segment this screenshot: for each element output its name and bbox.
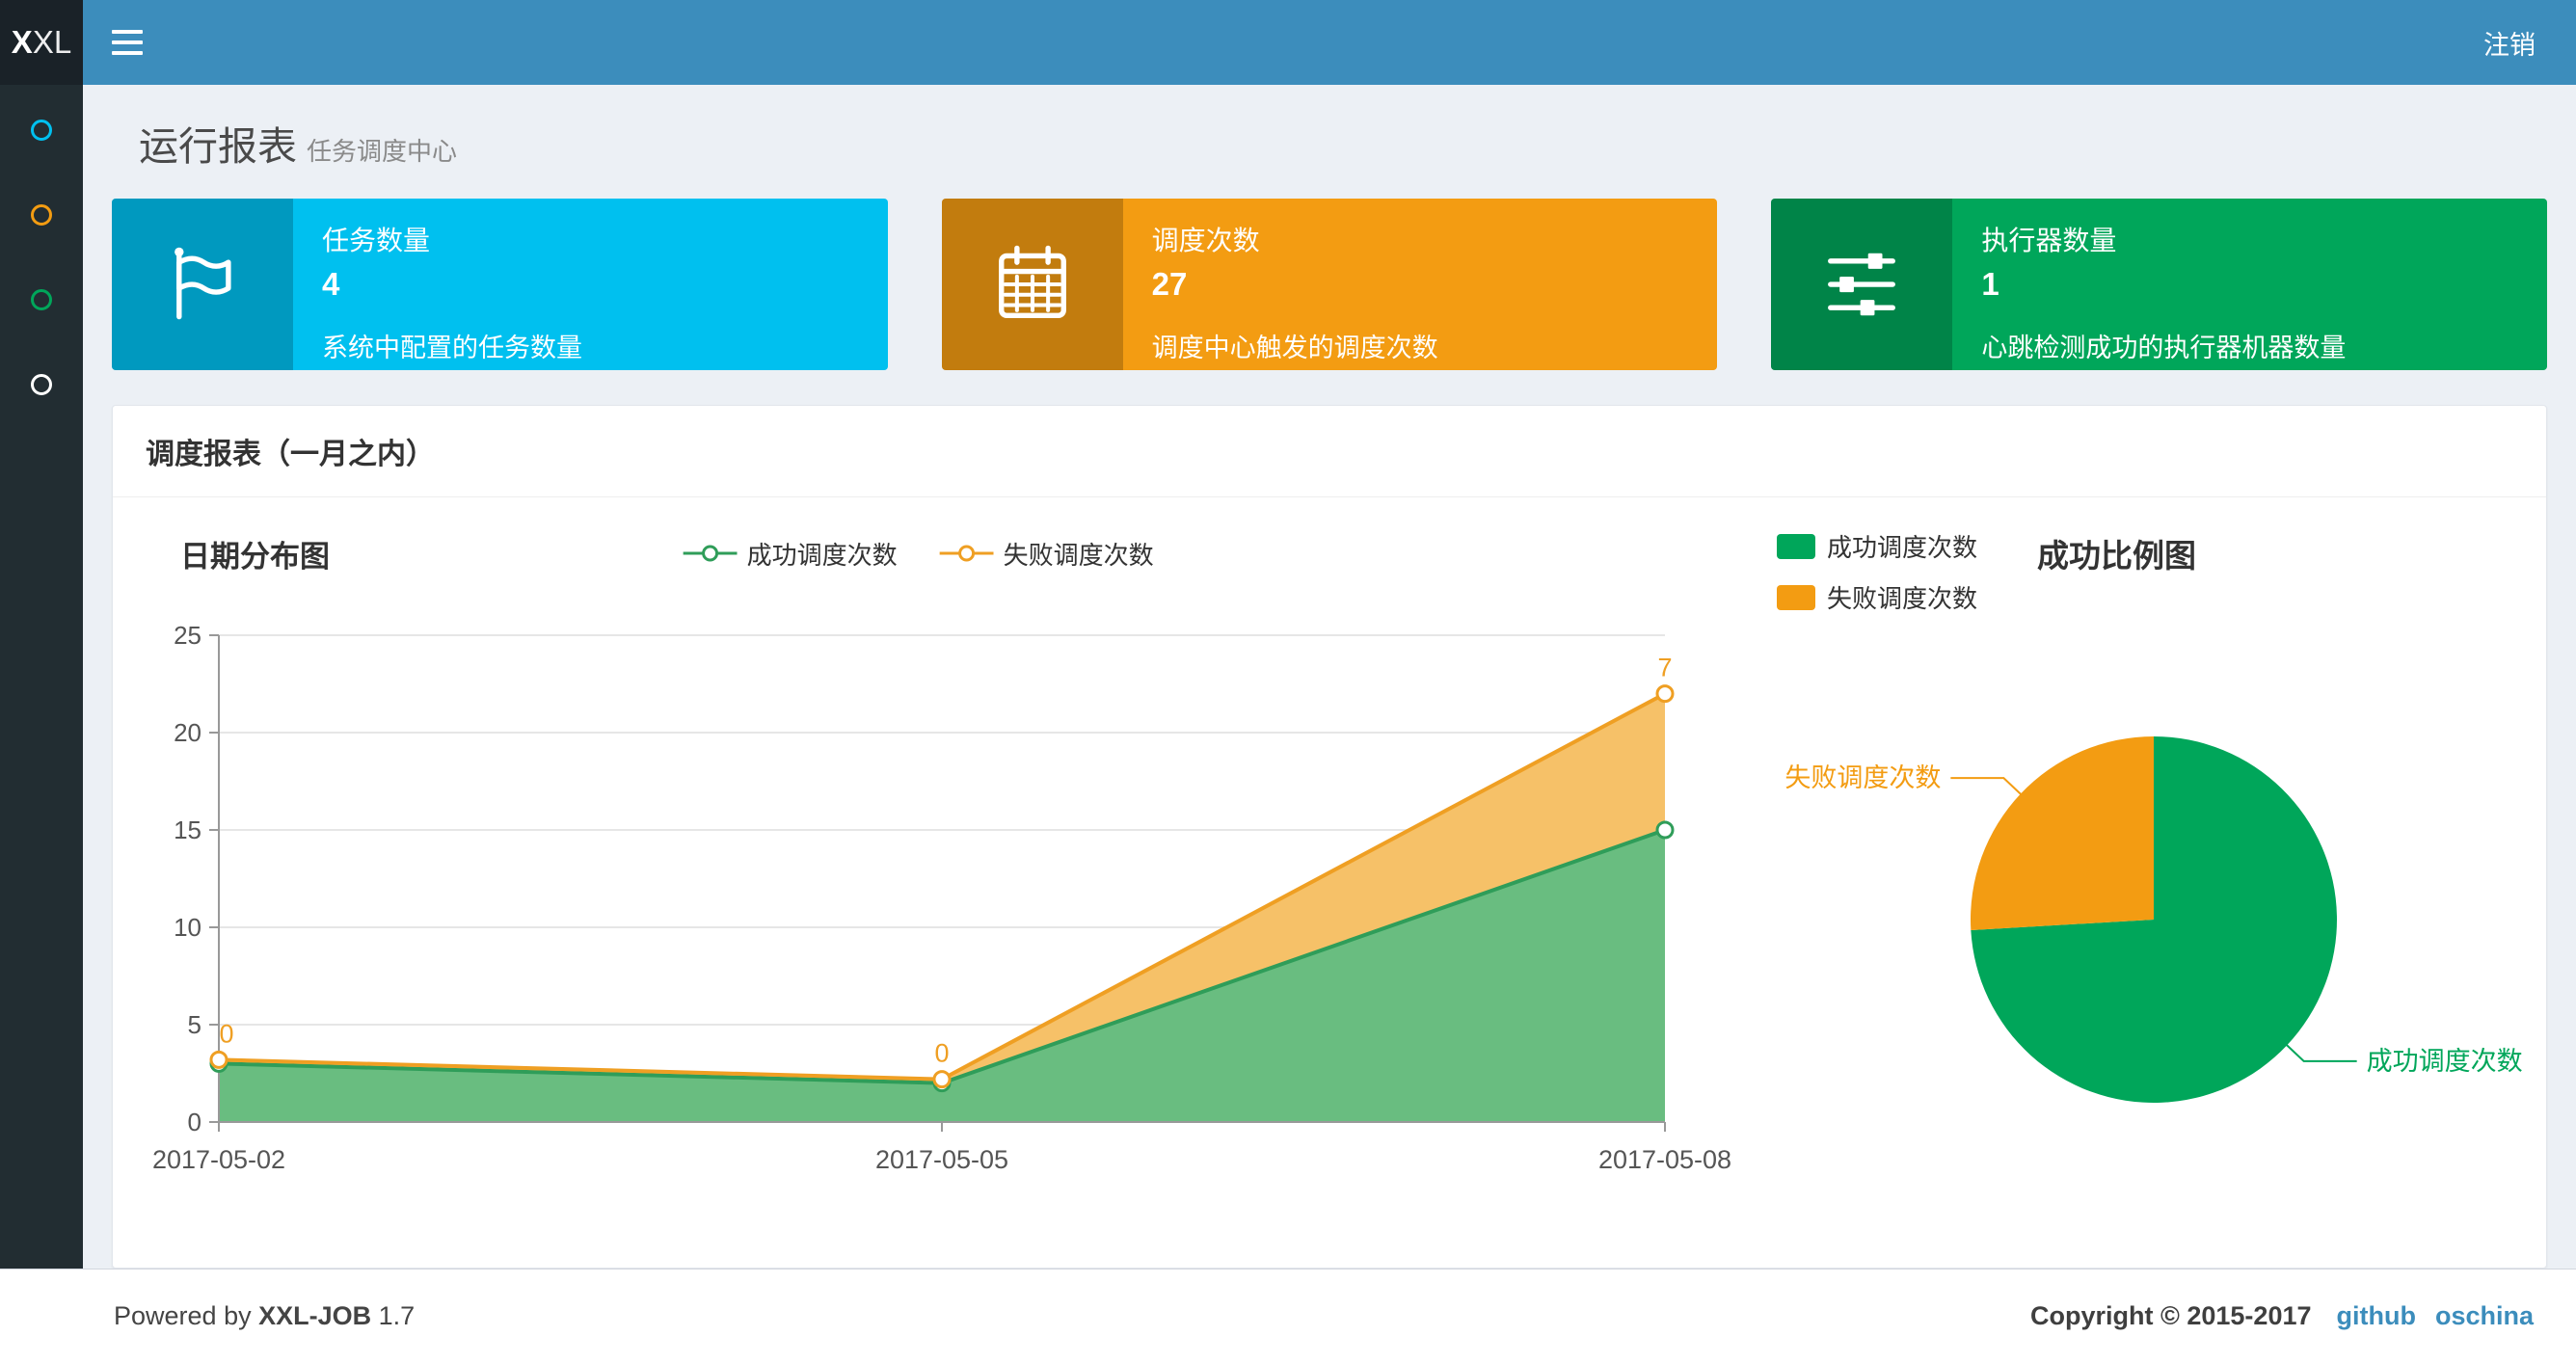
info-box-content: 调度次数 27 调度中心触发的调度次数 bbox=[1123, 199, 1718, 370]
svg-text:2017-05-02: 2017-05-02 bbox=[152, 1145, 285, 1174]
flag-icon bbox=[112, 199, 293, 370]
hamburger-icon bbox=[112, 30, 143, 55]
line-marker-icon bbox=[683, 545, 738, 562]
page-title: 运行报表 任务调度中心 bbox=[139, 114, 2547, 172]
pie-chart-title: 成功比例图 bbox=[2037, 538, 2197, 574]
sliders-icon bbox=[1771, 199, 1953, 370]
circle-icon bbox=[31, 120, 52, 141]
sidebar-item-1[interactable] bbox=[0, 120, 83, 143]
github-link[interactable]: github bbox=[2337, 1301, 2416, 1331]
info-box-desc: 心跳检测成功的执行器机器数量 bbox=[1981, 334, 2347, 362]
pie-chart: 成功调度次数 失败调度次数 bbox=[1784, 736, 2523, 1103]
logout-link[interactable]: 注销 bbox=[2443, 0, 2576, 85]
footer: Powered by XXL-JOB 1.7 Copyright © 2015-… bbox=[0, 1269, 2576, 1363]
legend-label: 成功调度次数 bbox=[746, 540, 898, 570]
sidebar-toggle-button[interactable] bbox=[83, 0, 172, 85]
info-box-label: 任务数量 bbox=[322, 226, 431, 255]
powered-by: Powered by XXL-JOB 1.7 bbox=[114, 1301, 415, 1331]
page-subtitle: 任务调度中心 bbox=[307, 137, 458, 166]
calendar-icon bbox=[941, 199, 1123, 370]
svg-text:5: 5 bbox=[188, 1010, 201, 1039]
svg-text:2017-05-05: 2017-05-05 bbox=[875, 1145, 1008, 1174]
circle-icon bbox=[31, 374, 52, 395]
info-boxes: 任务数量 4 系统中配置的任务数量 调度次数 27 调度中心触发的调度次数 执行… bbox=[112, 199, 2548, 370]
legend-item[interactable]: 成功调度次数 bbox=[1777, 528, 1977, 564]
circle-icon bbox=[31, 204, 52, 226]
page-header: 运行报表 任务调度中心 bbox=[112, 85, 2547, 181]
sidebar-menu bbox=[0, 85, 83, 397]
svg-text:成功调度次数: 成功调度次数 bbox=[2367, 1047, 2523, 1076]
info-box-value: 27 bbox=[1151, 266, 1188, 302]
legend-swatch-icon bbox=[1777, 584, 1815, 610]
powered-prefix: Powered by bbox=[114, 1301, 252, 1330]
legend-item[interactable]: 成功调度次数 bbox=[683, 536, 898, 572]
legend-swatch-icon bbox=[1777, 533, 1815, 559]
info-box-executor-count: 执行器数量 1 心跳检测成功的执行器机器数量 bbox=[1771, 199, 2548, 370]
info-box-content: 任务数量 4 系统中配置的任务数量 bbox=[293, 199, 888, 370]
svg-text:20: 20 bbox=[174, 718, 201, 747]
info-box-label: 执行器数量 bbox=[1981, 226, 2117, 255]
legend-item[interactable]: 失败调度次数 bbox=[939, 536, 1154, 572]
top-navbar: X XL 注销 bbox=[0, 0, 2576, 85]
legend-label: 失败调度次数 bbox=[1003, 540, 1154, 570]
logo-text-bold: X bbox=[11, 24, 33, 60]
sidebar-item-3[interactable] bbox=[0, 289, 83, 312]
svg-text:15: 15 bbox=[174, 815, 201, 844]
info-box-value: 4 bbox=[322, 266, 340, 302]
info-box-trigger-count: 调度次数 27 调度中心触发的调度次数 bbox=[941, 199, 1718, 370]
svg-text:2017-05-08: 2017-05-08 bbox=[1598, 1145, 1731, 1174]
svg-text:0: 0 bbox=[219, 1019, 233, 1048]
pie-chart-legend: 成功调度次数 失败调度次数 bbox=[1777, 528, 1977, 615]
svg-text:失败调度次数: 失败调度次数 bbox=[1784, 763, 1941, 792]
info-box-desc: 系统中配置的任务数量 bbox=[322, 334, 582, 362]
main-content: 运行报表 任务调度中心 任务数量 4 系统中配置的任务数量 调度次数 27 调度… bbox=[83, 85, 2576, 1269]
legend-label: 成功调度次数 bbox=[1827, 533, 1978, 562]
logo-text: XL bbox=[32, 24, 72, 60]
circle-icon bbox=[31, 289, 52, 310]
date-distribution-chart: 日期分布图 成功调度次数 失败调度次数 0 5 10 15 20 25 0 0 7 2017-05-… bbox=[142, 524, 1742, 1243]
svg-text:10: 10 bbox=[174, 913, 201, 942]
info-box-content: 执行器数量 1 心跳检测成功的执行器机器数量 bbox=[1952, 199, 2547, 370]
brand-name: XXL-JOB bbox=[258, 1301, 372, 1330]
pie-chart-header: 成功调度次数 失败调度次数 成功比例图 bbox=[1777, 528, 2196, 615]
line-chart-header: 日期分布图 成功调度次数 失败调度次数 bbox=[142, 524, 1742, 582]
page-title-text: 运行报表 bbox=[139, 124, 297, 169]
svg-text:7: 7 bbox=[1657, 654, 1672, 682]
panel-title: 调度报表（一月之内） bbox=[113, 406, 2546, 497]
line-chart-title: 日期分布图 bbox=[180, 539, 330, 574]
line-marker-icon bbox=[939, 545, 994, 562]
legend-label: 失败调度次数 bbox=[1827, 584, 1978, 613]
line-chart: 05101520250072017-05-02 2017-05-05 2017-05… bbox=[152, 621, 1731, 1174]
svg-text:0: 0 bbox=[188, 1108, 201, 1136]
svg-text:0: 0 bbox=[934, 1039, 949, 1068]
info-box-value: 1 bbox=[1981, 266, 1999, 302]
sidebar-item-4[interactable] bbox=[0, 374, 83, 397]
panel-body: 日期分布图 成功调度次数 失败调度次数 0 5 10 15 20 25 0 0 7 2017-05-… bbox=[113, 497, 2546, 1268]
sidebar bbox=[0, 85, 83, 1269]
svg-text:25: 25 bbox=[174, 621, 201, 650]
legend-item[interactable]: 失败调度次数 bbox=[1777, 579, 1977, 615]
info-box-label: 调度次数 bbox=[1151, 226, 1260, 255]
oschina-link[interactable]: oschina bbox=[2435, 1301, 2534, 1331]
version: 1.7 bbox=[378, 1301, 416, 1330]
line-chart-legend: 成功调度次数 失败调度次数 bbox=[683, 536, 1154, 572]
sidebar-item-2[interactable] bbox=[0, 204, 83, 227]
logo[interactable]: X XL bbox=[0, 0, 83, 85]
report-panel: 调度报表（一月之内） 日期分布图 成功调度次数 失败调度次数 0 5 10 15 20 25… bbox=[112, 405, 2547, 1269]
info-box-desc: 调度中心触发的调度次数 bbox=[1151, 334, 1438, 362]
success-ratio-chart: 成功调度次数 失败调度次数 成功比例图 成功调度次数 失败调度次数 bbox=[1742, 524, 2533, 1243]
info-box-job-count: 任务数量 4 系统中配置的任务数量 bbox=[112, 199, 888, 370]
copyright: Copyright © 2015-2017 bbox=[2029, 1301, 2312, 1330]
